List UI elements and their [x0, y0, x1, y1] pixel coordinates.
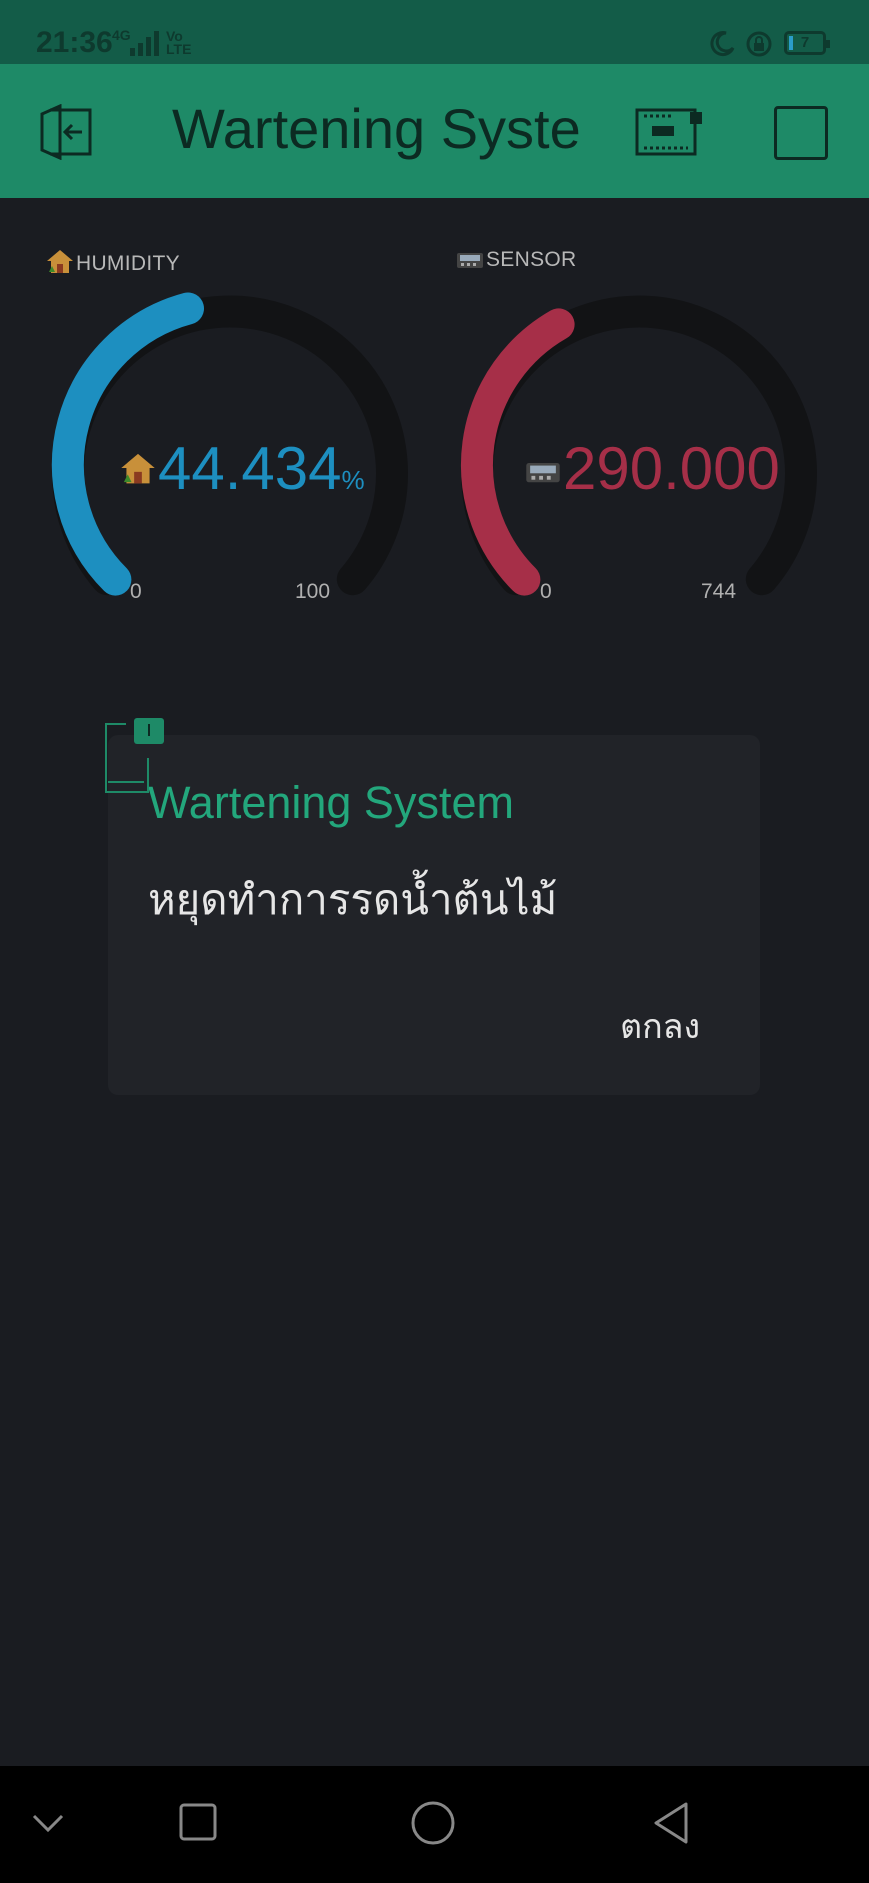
signal-icon: [130, 31, 159, 56]
battery-level: 7: [800, 34, 810, 51]
rotation-lock-icon: [746, 31, 772, 57]
app-header: Wartening System: [0, 64, 869, 198]
house-icon: [47, 250, 73, 273]
sensor-min: 0: [540, 580, 552, 603]
volte-bottom: LTE: [166, 41, 192, 57]
sensor-label: SENSOR: [456, 248, 577, 272]
humidity-value-display: 44.434%: [120, 434, 365, 515]
exit-icon[interactable]: [38, 104, 98, 160]
moon-icon: [710, 31, 735, 57]
sensor-value: 290.000: [563, 435, 780, 502]
home-icon[interactable]: [410, 1800, 456, 1846]
status-bar: 21:36 4G Vo LTE 7: [0, 0, 869, 64]
pager-icon: [457, 253, 483, 268]
pager-icon: [526, 463, 560, 483]
volte-indicator: Vo LTE: [166, 29, 192, 57]
notification-icon: [105, 718, 164, 793]
recents-icon[interactable]: [178, 1802, 218, 1842]
stop-button[interactable]: [774, 106, 828, 160]
ok-button[interactable]: ตกลง: [612, 995, 708, 1057]
humidity-min: 0: [130, 580, 142, 603]
status-time: 21:36: [36, 26, 113, 59]
system-nav-bar: [0, 1766, 869, 1883]
sensor-value-display: 290.000: [525, 434, 780, 515]
device-icon[interactable]: [634, 104, 704, 158]
dialog-message: หยุดทำการรดน้ำต้นไม้: [148, 876, 558, 923]
alert-dialog: Wartening System หยุดทำการรดน้ำต้นไม้ ตก…: [108, 735, 760, 1095]
chevron-down-icon[interactable]: [30, 1810, 66, 1836]
humidity-value: 44.434: [158, 435, 342, 502]
humidity-unit: %: [341, 465, 365, 495]
back-icon[interactable]: [650, 1800, 692, 1846]
dialog-title: Wartening System: [148, 777, 514, 828]
sensor-max: 744: [701, 580, 737, 603]
page-title: Wartening System: [172, 97, 580, 160]
sensor-label-text: SENSOR: [486, 248, 577, 271]
house-icon: [121, 453, 155, 484]
battery-icon: 7: [784, 31, 830, 55]
humidity-max: 100: [295, 580, 331, 603]
